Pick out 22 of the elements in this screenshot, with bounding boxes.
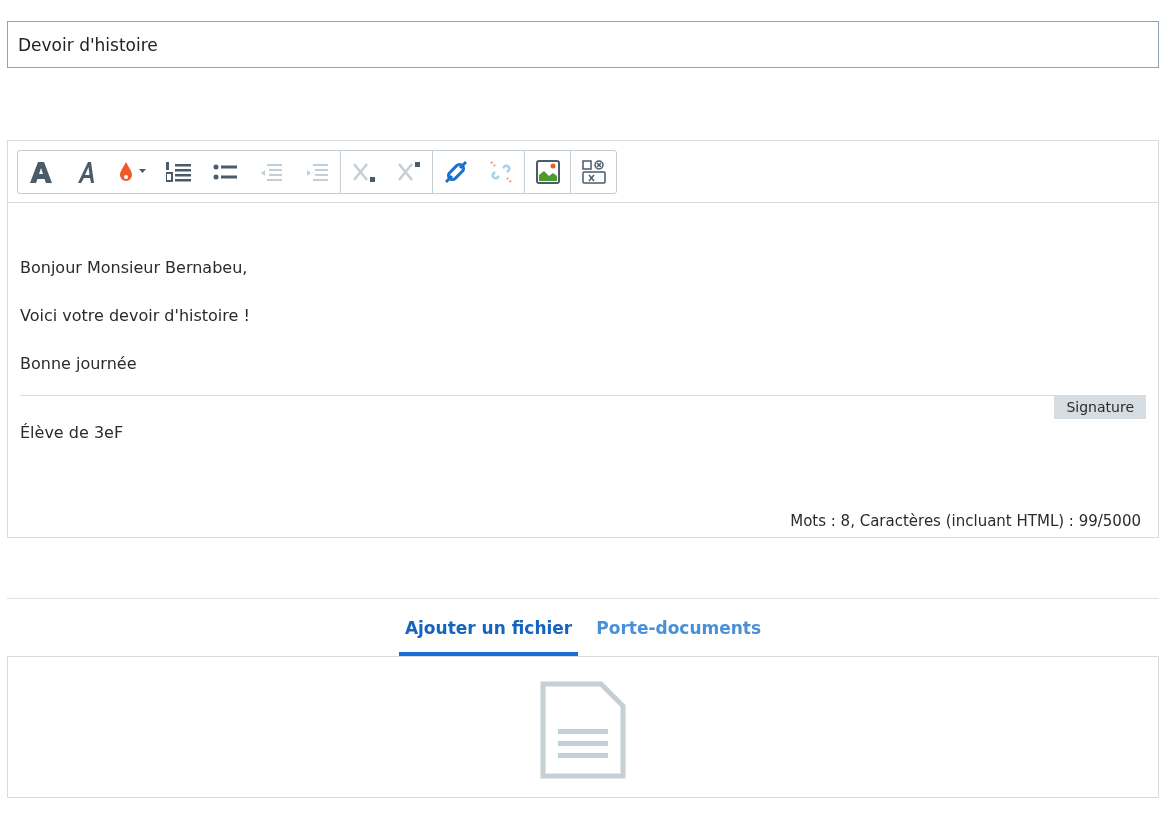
document-icon bbox=[540, 681, 626, 779]
field-icon bbox=[581, 160, 606, 184]
message-paragraph: Bonjour Monsieur Bernabeu, bbox=[20, 258, 249, 278]
subject-field[interactable]: Devoir d'histoire bbox=[7, 21, 1159, 68]
image-icon bbox=[535, 160, 560, 184]
message-paragraph: Bonne journée bbox=[20, 354, 138, 374]
numbered-list-icon bbox=[166, 161, 192, 183]
link-icon bbox=[443, 160, 468, 184]
subscript-icon bbox=[351, 161, 376, 183]
bullet-list-icon bbox=[213, 162, 237, 182]
message-paragraph: Voici votre devoir d'histoire ! bbox=[20, 306, 251, 326]
word-counter: Mots : 8, Caractères (incluant HTML) : 99/5000 bbox=[789, 511, 1142, 531]
unlink-icon bbox=[489, 160, 513, 184]
outdent-icon bbox=[260, 163, 282, 181]
attachment-tab[interactable]: Ajouter un fichier bbox=[398, 618, 579, 656]
signature-tag: Signature bbox=[1054, 396, 1146, 419]
color-drop-icon bbox=[117, 161, 149, 183]
signature-text: Élève de 3eF bbox=[20, 423, 125, 443]
indent-icon bbox=[306, 163, 328, 181]
attachment-tab[interactable]: Porte-documents bbox=[590, 618, 768, 656]
superscript-icon bbox=[397, 161, 421, 183]
bold-a-icon bbox=[29, 161, 53, 183]
